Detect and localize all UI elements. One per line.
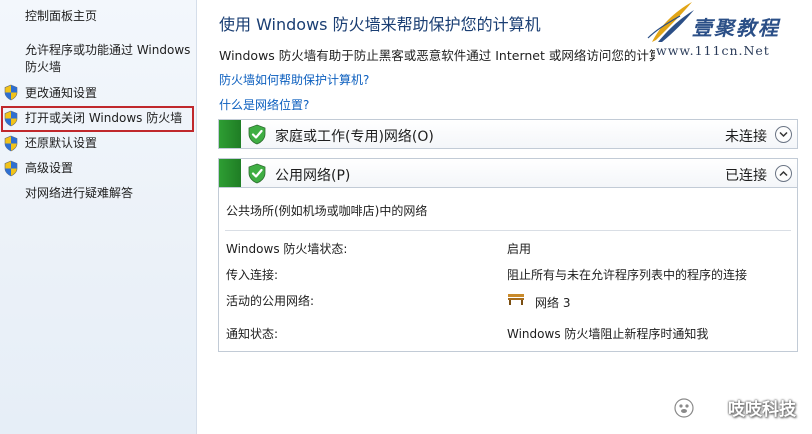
sidebar-item-restore-defaults[interactable]: 还原默认设置 — [25, 135, 97, 152]
chevron-up-icon — [779, 170, 788, 177]
sidebar-item-control-panel-home[interactable]: 控制面板主页 — [25, 8, 97, 25]
status-green-bar — [219, 120, 241, 148]
link-what-are-network-locations[interactable]: 什么是网络位置? — [219, 96, 309, 113]
network-panel-private[interactable]: 家庭或工作(专用)网络(O) 未连接 — [218, 119, 798, 149]
collapse-public-button[interactable] — [775, 165, 792, 182]
watermark-logo: 壹聚教程 www.111cn.Net — [646, 0, 806, 66]
sidebar-item-turn-firewall-on-off[interactable]: 打开或关闭 Windows 防火墙 — [25, 110, 182, 127]
sidebar-item-change-notification[interactable]: 更改通知设置 — [25, 85, 97, 102]
main-content: 使用 Windows 防火墙来帮助保护您的计算机 Windows 防火墙有助于防… — [197, 0, 812, 434]
firewall-state-label: Windows 防火墙状态: — [226, 242, 348, 256]
uac-shield-icon — [4, 160, 18, 177]
watermark-logo-url: www.111cn.Net — [656, 43, 770, 58]
sidebar-item-allow-program[interactable]: 允许程序或功能通过 Windows 防火墙 — [25, 42, 193, 76]
chevron-down-icon — [779, 131, 788, 138]
page-title: 使用 Windows 防火墙来帮助保护您的计算机 — [219, 15, 541, 34]
expand-private-button[interactable] — [775, 126, 792, 143]
firewall-state-value: 启用 — [507, 242, 532, 256]
divider — [225, 230, 791, 231]
link-how-firewall-helps[interactable]: 防火墙如何帮助保护计算机? — [219, 71, 369, 88]
sidebar-item-troubleshoot[interactable]: 对网络进行疑难解答 — [25, 185, 133, 202]
uac-shield-icon — [4, 84, 18, 101]
public-network-details: 公共场所(例如机场或咖啡店)中的网络 Windows 防火墙状态: 启用 传入连… — [218, 188, 798, 352]
network-status-public: 已连接 — [725, 168, 767, 184]
network-status-private: 未连接 — [725, 129, 767, 145]
green-check-shield-icon — [248, 124, 266, 145]
page-description: Windows 防火墙有助于防止黑客或恶意软件通过 Internet 或网络访问… — [219, 48, 655, 63]
bottom-watermark-text: 吱吱科技 — [728, 400, 796, 420]
watermark-logo-text: 壹聚教程 — [692, 16, 780, 40]
uac-shield-icon — [4, 110, 18, 127]
uac-shield-icon — [4, 135, 18, 152]
public-network-bench-icon — [508, 294, 524, 305]
feather-logo-icon — [647, 2, 694, 42]
paw-watermark-icon — [674, 398, 694, 418]
active-public-network-value: 网络 3 — [535, 296, 571, 310]
notification-state-label: 通知状态: — [226, 327, 279, 341]
public-network-description: 公共场所(例如机场或咖啡店)中的网络 — [226, 204, 428, 218]
network-panel-public[interactable]: 公用网络(P) 已连接 — [218, 158, 798, 188]
notification-state-value: Windows 防火墙阻止新程序时通知我 — [507, 327, 709, 341]
network-name-private: 家庭或工作(专用)网络(O) — [275, 129, 434, 145]
network-name-public: 公用网络(P) — [275, 168, 351, 184]
incoming-connections-label: 传入连接: — [226, 268, 279, 282]
sidebar-item-advanced-settings[interactable]: 高级设置 — [25, 160, 73, 177]
active-public-network-label: 活动的公用网络: — [226, 294, 315, 308]
incoming-connections-value: 阻止所有与未在允许程序列表中的程序的连接 — [507, 268, 748, 282]
sidebar: 控制面板主页 允许程序或功能通过 Windows 防火墙 更改通知设置 打开或关… — [0, 0, 197, 434]
green-check-shield-icon — [248, 163, 266, 184]
status-green-bar — [219, 159, 241, 187]
